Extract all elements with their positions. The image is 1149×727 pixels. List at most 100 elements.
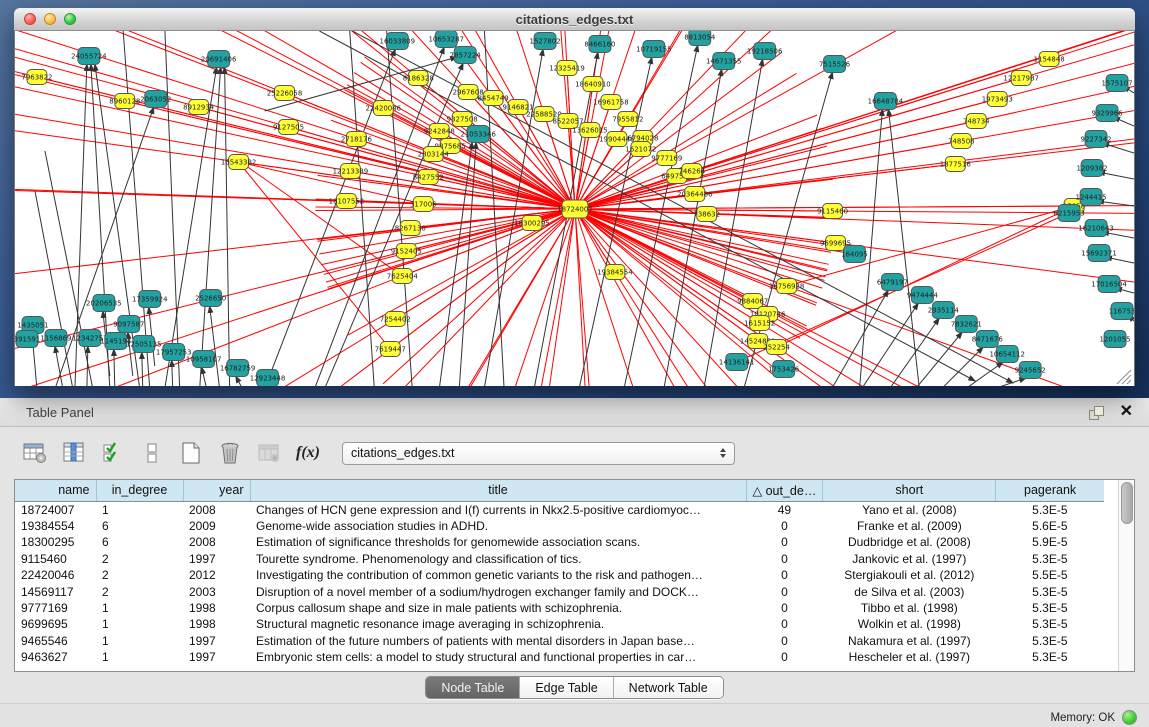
graph-node[interactable]: 748508 <box>948 134 975 149</box>
graph-node[interactable]: 9097587 <box>113 316 144 333</box>
graph-node[interactable]: 8215953 <box>1054 205 1085 222</box>
graph-node[interactable]: 1244415 <box>1076 189 1107 206</box>
graph-node[interactable]: 164095 <box>841 246 868 263</box>
unselect-all-button[interactable] <box>137 438 167 468</box>
graph-node[interactable]: 2526650 <box>195 290 226 307</box>
column-header-year[interactable]: year <box>183 480 250 501</box>
graph-node[interactable]: 20364486 <box>677 187 713 202</box>
select-all-button[interactable] <box>98 438 128 468</box>
table-row[interactable]: 1872400712008Changes of HCN gene express… <box>15 501 1104 518</box>
float-panel-icon[interactable] <box>1089 406 1104 419</box>
graph-node[interactable]: 12325419 <box>549 61 585 76</box>
table-row[interactable]: 2242004622012Investigating the contribut… <box>15 567 1104 583</box>
column-header-in_degree[interactable]: in_degree <box>96 480 183 501</box>
graph-node[interactable]: 9242848 <box>424 124 455 139</box>
graph-node[interactable]: 9115460 <box>817 204 848 219</box>
graph-node[interactable]: 7857224 <box>450 47 482 64</box>
show-columns-button[interactable] <box>59 438 89 468</box>
graph-node[interactable]: 1877516 <box>940 157 971 172</box>
function-builder-button[interactable]: f(x) <box>293 438 323 468</box>
graph-node[interactable]: 7832621 <box>951 316 982 333</box>
graph-node[interactable]: 16961758 <box>593 95 629 110</box>
tab-network-table[interactable]: Network Table <box>613 677 723 698</box>
resize-grip-icon[interactable] <box>1117 370 1131 384</box>
graph-node[interactable]: 7625404 <box>387 269 419 284</box>
network-graph[interactable]: 7963822896012889129342522605891275051654… <box>15 31 1134 386</box>
graph-node[interactable]: 9329966 <box>1092 105 1123 122</box>
table-row[interactable]: 977716911998Corpus callosum shape and si… <box>15 600 1104 616</box>
minimize-window-button[interactable] <box>44 13 56 25</box>
graph-node[interactable]: 748734 <box>963 114 990 129</box>
graph-node[interactable]: 2935114 <box>928 302 960 319</box>
table-row[interactable]: 946554611997Estimation of the future num… <box>15 633 1104 649</box>
graph-node[interactable]: 20206535 <box>86 295 122 312</box>
graph-node[interactable]: 7254402 <box>380 312 411 327</box>
graph-node[interactable]: 1209382 <box>1077 160 1108 177</box>
close-window-button[interactable] <box>24 13 36 25</box>
graph-node[interactable]: 12217987 <box>1003 71 1039 86</box>
graph-node[interactable]: 20691406 <box>201 51 237 68</box>
column-header-name[interactable]: name <box>15 480 96 501</box>
graph-node[interactable]: 746266 <box>678 164 705 179</box>
delete-column-button[interactable] <box>215 438 245 468</box>
table-scrollbar-thumb[interactable] <box>1121 482 1133 524</box>
graph-node[interactable]: 7619447 <box>375 342 406 357</box>
create-column-button[interactable] <box>176 438 206 468</box>
table-row[interactable]: 911546021997Tourette syndrome. Phenomeno… <box>15 551 1104 567</box>
graph-node[interactable]: 8813054 <box>684 31 716 46</box>
graph-node[interactable]: 1753426 <box>768 361 799 378</box>
graph-node[interactable]: 9474444 <box>907 287 939 304</box>
graph-node[interactable]: 8267130 <box>395 221 426 236</box>
graph-node[interactable]: 7515526 <box>819 56 850 73</box>
table-row[interactable]: 1456911722003Disruption of a novel membe… <box>15 584 1104 600</box>
graph-node[interactable]: 9245652 <box>1015 362 1046 379</box>
graph-node[interactable]: 252254 <box>763 340 790 355</box>
column-header-title[interactable]: title <box>250 480 746 501</box>
graph-node[interactable]: 8912934 <box>183 100 215 115</box>
graph-node[interactable]: 17359924 <box>132 291 168 308</box>
graph-node[interactable]: 18107552 <box>329 194 365 209</box>
graph-node[interactable]: 8471676 <box>972 331 1003 348</box>
graph-node[interactable]: 8466160 <box>584 36 615 53</box>
table-row[interactable]: 1938455462009Genome-wide association stu… <box>15 518 1104 534</box>
table-row[interactable]: 1830029562008Estimation of significance … <box>15 534 1104 550</box>
graph-node[interactable]: 10654112 <box>989 346 1025 363</box>
graph-node[interactable]: 738632 <box>693 207 720 222</box>
graph-node[interactable]: 15692371 <box>1081 245 1117 262</box>
table-row[interactable]: 969969511998Structural magnetic resonanc… <box>15 616 1104 632</box>
graph-node[interactable]: 1156869 <box>40 330 71 347</box>
zoom-window-button[interactable] <box>64 13 76 25</box>
graph-node[interactable]: 7955812 <box>612 112 643 127</box>
graph-node[interactable]: 16033809 <box>380 33 416 50</box>
graph-node[interactable]: 24055724 <box>71 48 107 65</box>
graph-node[interactable]: 116753 <box>1109 303 1134 320</box>
graph-node[interactable]: 1575107 <box>1101 75 1132 92</box>
graph-node[interactable]: 16210643 <box>1078 220 1114 237</box>
graph-node[interactable]: 9227342 <box>1081 131 1112 148</box>
graph-node[interactable]: 1201055 <box>1099 331 1130 348</box>
graph-node[interactable]: 10653287 <box>428 31 464 48</box>
network-canvas[interactable]: 7963822896012889129342522605891275051654… <box>14 31 1135 386</box>
graph-node[interactable]: 9127505 <box>273 120 304 135</box>
graph-node[interactable]: 1154848 <box>1034 52 1065 67</box>
graph-node[interactable]: 2063052 <box>140 91 171 108</box>
graph-node[interactable]: 18724007 <box>557 200 593 218</box>
graph-node[interactable]: 1527802 <box>530 33 561 50</box>
graph-node[interactable]: 317006 <box>410 197 437 212</box>
graph-node[interactable]: 6479197 <box>877 274 908 291</box>
graph-node[interactable]: 8186328 <box>403 71 434 86</box>
column-header-short[interactable]: short <box>823 480 996 501</box>
table-selector-combobox[interactable]: citations_edges.txt <box>342 442 735 465</box>
graph-node[interactable]: 19218506 <box>747 43 783 60</box>
table-scrollbar[interactable] <box>1118 480 1134 671</box>
tab-node-table[interactable]: Node Table <box>426 677 519 698</box>
tab-edge-table[interactable]: Edge Table <box>519 677 612 698</box>
close-panel-icon[interactable]: ✕ <box>1120 405 1133 419</box>
graph-node[interactable]: 18640910 <box>575 77 611 92</box>
column-header-out_de[interactable]: △ out_de… <box>746 480 823 501</box>
window-titlebar[interactable]: citations_edges.txt <box>14 8 1135 31</box>
graph-node[interactable]: 391591 <box>15 331 40 348</box>
table-options-button[interactable] <box>20 438 50 468</box>
graph-node[interactable]: 1973493 <box>982 92 1013 107</box>
table-row[interactable]: 946362711997Embryonic stem cells: a mode… <box>15 649 1104 665</box>
